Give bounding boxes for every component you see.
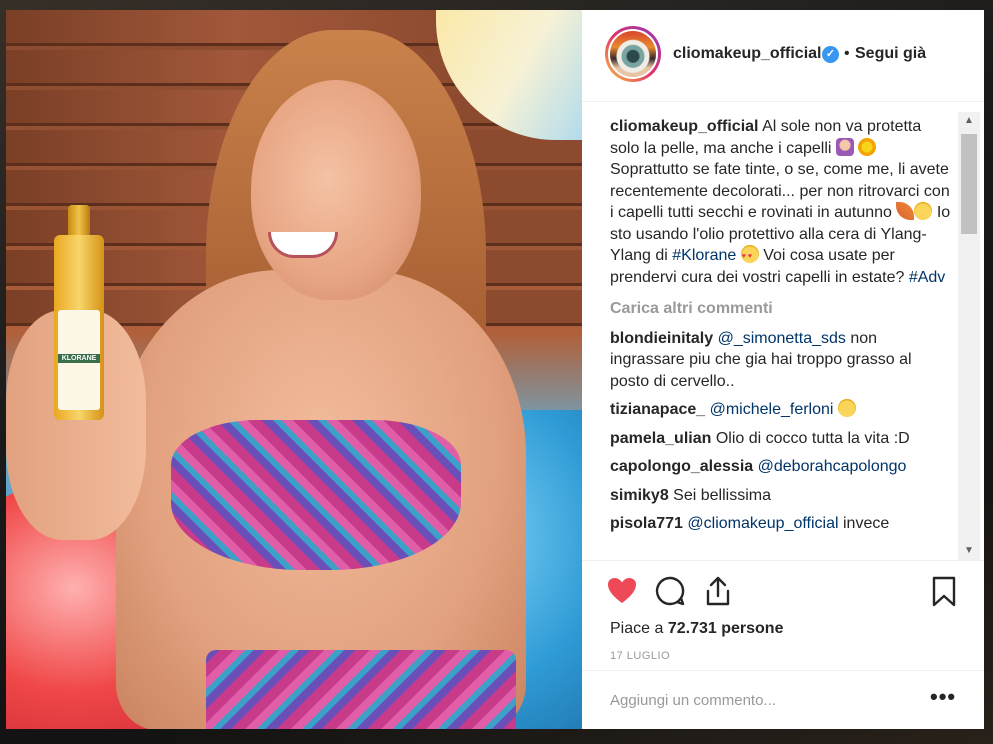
avatar[interactable] bbox=[608, 29, 658, 79]
comment-item: tizianapace_ @michele_ferloni bbox=[610, 399, 955, 421]
scroll-up-arrow-icon[interactable]: ▲ bbox=[958, 112, 980, 130]
post-date[interactable]: 17 LUGLIO bbox=[610, 650, 670, 662]
more-options-icon[interactable]: ••• bbox=[930, 685, 956, 715]
comment-text: Olio di cocco tutta la vita :D bbox=[715, 429, 910, 447]
bikini-bottom bbox=[206, 650, 516, 729]
hashtag-adv[interactable]: #Adv bbox=[909, 269, 945, 286]
add-comment-bar: ••• bbox=[582, 670, 984, 729]
post-actions: Piace a 72.731 persone 17 LUGLIO bbox=[582, 560, 984, 680]
comment-text: Sei bellissima bbox=[673, 486, 771, 504]
wink-emoji-icon bbox=[914, 202, 933, 220]
follow-button[interactable]: Segui già bbox=[855, 45, 926, 63]
likes-number: 72.731 bbox=[667, 620, 717, 637]
post-modal: KLORANE cliomakeup_official ✓ • Segui gi… bbox=[6, 10, 984, 729]
post-panel: cliomakeup_official ✓ • Segui già clioma… bbox=[582, 10, 984, 729]
bikini-top bbox=[171, 420, 461, 570]
sun-emoji-icon bbox=[858, 137, 877, 156]
bottle-cap bbox=[68, 205, 90, 239]
comments-scrollbar[interactable]: ▲ ▼ bbox=[958, 112, 980, 560]
heart-eyes-emoji-icon bbox=[740, 245, 759, 268]
comment-username[interactable]: pamela_ulian bbox=[610, 430, 711, 447]
scrollbar-thumb[interactable] bbox=[961, 134, 977, 234]
comment-mention[interactable]: @michele_ferloni bbox=[710, 401, 834, 418]
comment-username[interactable]: simiky8 bbox=[610, 487, 669, 504]
header-separator: • bbox=[844, 45, 850, 62]
comment-item: pamela_ulian Olio di cocco tutta la vita… bbox=[610, 428, 955, 450]
comment-input[interactable] bbox=[610, 685, 910, 715]
post-photo[interactable]: KLORANE bbox=[6, 10, 582, 729]
post-header: cliomakeup_official ✓ • Segui già bbox=[582, 10, 984, 102]
face-shape bbox=[251, 80, 421, 300]
caption: cliomakeup_official Al sole non va prote… bbox=[610, 116, 955, 288]
bottle-label: KLORANE bbox=[58, 310, 100, 410]
comment-mention[interactable]: @deborahcapolongo bbox=[758, 458, 907, 475]
comment-mention[interactable]: @cliomakeup_official bbox=[687, 515, 838, 532]
comment-username[interactable]: capolongo_alessia bbox=[610, 458, 753, 475]
comment-username[interactable]: pisola771 bbox=[610, 515, 683, 532]
bookmark-icon[interactable] bbox=[928, 575, 960, 607]
share-icon[interactable] bbox=[702, 575, 734, 607]
header-username[interactable]: cliomakeup_official bbox=[673, 45, 822, 63]
comment-text: invece bbox=[842, 515, 890, 532]
caption-username[interactable]: cliomakeup_official bbox=[610, 118, 759, 135]
likes-prefix: Piace a bbox=[610, 620, 664, 637]
comment-mention[interactable]: @_simonetta_sds bbox=[718, 330, 846, 347]
likes-count[interactable]: Piace a 72.731 persone bbox=[610, 620, 783, 638]
likes-suffix: persone bbox=[721, 620, 784, 637]
avatar-ring[interactable] bbox=[605, 26, 661, 82]
verified-icon: ✓ bbox=[822, 46, 839, 63]
scroll-down-arrow-icon[interactable]: ▼ bbox=[958, 542, 980, 560]
comment-icon[interactable] bbox=[654, 575, 686, 607]
comment-username[interactable]: blondieinitaly bbox=[610, 330, 713, 347]
heart-icon[interactable] bbox=[606, 575, 638, 607]
comments-list[interactable]: cliomakeup_official Al sole non va prote… bbox=[610, 116, 955, 551]
comment-item: simiky8 Sei bellissima bbox=[610, 485, 955, 507]
load-more-comments[interactable]: Carica altri commenti bbox=[610, 298, 955, 320]
comment-item: pisola771 @cliomakeup_official invece bbox=[610, 513, 955, 535]
woman-emoji-icon bbox=[835, 137, 854, 156]
bottle-brand: KLORANE bbox=[58, 354, 100, 363]
comment-item: capolongo_alessia @deborahcapolongo bbox=[610, 456, 955, 478]
comment-item: blondieinitaly @_simonetta_sds non ingra… bbox=[610, 328, 955, 393]
blush-emoji-icon bbox=[837, 399, 856, 417]
leaf-emoji-icon bbox=[896, 202, 915, 220]
hashtag-klorane[interactable]: #Klorane bbox=[672, 247, 736, 264]
comment-username[interactable]: tizianapace_ bbox=[610, 401, 705, 418]
